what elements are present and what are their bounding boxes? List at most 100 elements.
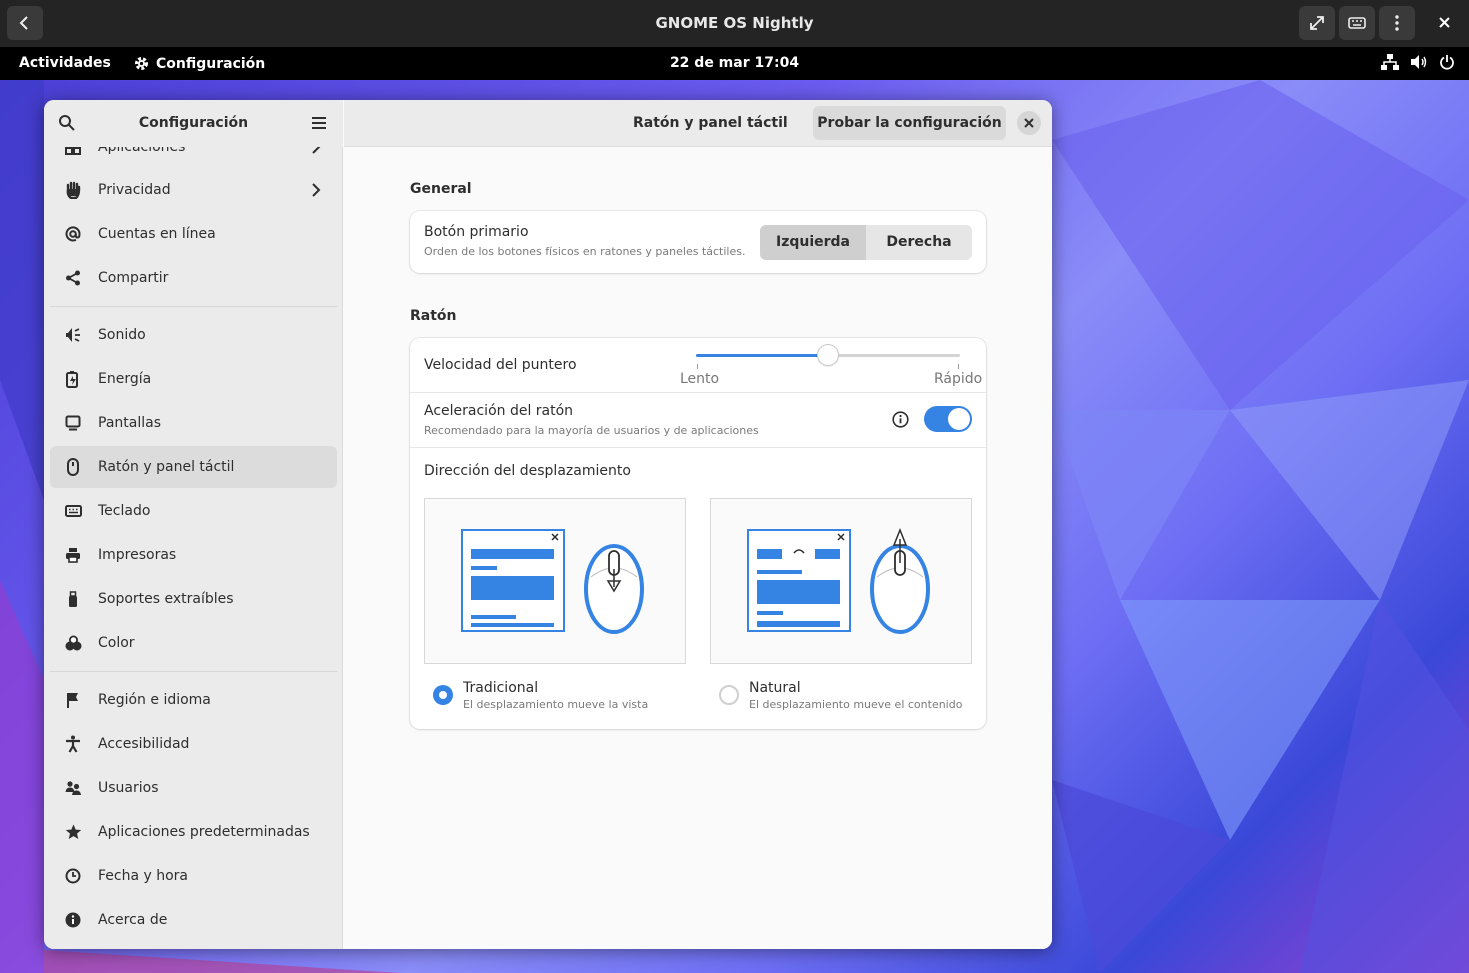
usb-icon xyxy=(62,588,84,610)
sidebar-item-region[interactable]: Región e idioma xyxy=(50,679,337,721)
accessibility-icon xyxy=(62,733,84,755)
section-title-mouse: Ratón xyxy=(410,308,457,324)
acceleration-subtitle: Recomendado para la mayoría de usuarios … xyxy=(424,424,759,437)
vm-menu-button[interactable] xyxy=(1379,6,1415,40)
display-icon xyxy=(62,412,84,434)
window-close-button[interactable] xyxy=(1017,111,1041,135)
keyboard-icon xyxy=(62,500,84,522)
slider-min-label: Lento xyxy=(680,371,720,387)
natural-radio[interactable] xyxy=(719,685,739,705)
sidebar-separator xyxy=(50,306,337,307)
sidebar-item-sonido[interactable]: Sonido xyxy=(50,314,337,356)
kebab-menu-icon xyxy=(1395,15,1399,31)
slider-tick-max xyxy=(958,364,959,369)
speaker-icon xyxy=(62,324,84,346)
close-icon xyxy=(1439,17,1450,28)
share-icon xyxy=(62,267,84,289)
apps-icon xyxy=(62,147,84,158)
main-menu-button[interactable] xyxy=(311,115,327,134)
sidebar-item-label: Sonido xyxy=(98,327,146,343)
primary-right-button[interactable]: Derecha xyxy=(866,225,972,260)
sidebar-item-raton[interactable]: Ratón y panel táctil xyxy=(50,446,337,488)
slider-knob[interactable] xyxy=(818,345,838,365)
chevron-right-icon xyxy=(312,147,321,154)
clock-icon xyxy=(62,865,84,887)
slider-tick-min xyxy=(697,364,698,369)
keyboard-icon xyxy=(1348,17,1366,29)
sidebar-list: Aplicaciones Privacidad Cuentas en línea… xyxy=(44,147,343,949)
sidebar-item-impresoras[interactable]: Impresoras xyxy=(50,534,337,576)
close-icon xyxy=(1024,118,1034,128)
gnome-top-bar: Actividades Configuración 22 de mar 17:0… xyxy=(0,47,1469,80)
sidebar-item-fecha[interactable]: Fecha y hora xyxy=(50,855,337,897)
sidebar-item-label: Aplicaciones xyxy=(98,147,186,155)
sidebar-item-color[interactable]: Color xyxy=(50,622,337,664)
primary-button-selector: Izquierda Derecha xyxy=(760,225,972,260)
sidebar-item-privacidad[interactable]: Privacidad xyxy=(50,169,337,211)
sidebar-item-soportes[interactable]: Soportes extraíbles xyxy=(50,578,337,620)
acceleration-label: Aceleración del ratón xyxy=(424,403,574,419)
sidebar-item-label: Usuarios xyxy=(98,780,159,796)
hamburger-menu-icon xyxy=(312,117,326,129)
sidebar-item-usuarios[interactable]: Usuarios xyxy=(50,767,337,809)
sidebar-item-label: Región e idioma xyxy=(98,692,211,708)
fullscreen-button[interactable] xyxy=(1299,6,1335,40)
natural-subtitle: El desplazamiento mueve el contenido xyxy=(749,698,963,711)
pointer-speed-slider[interactable] xyxy=(696,345,960,365)
sidebar-item-energia[interactable]: Energía xyxy=(50,358,337,400)
sidebar-item-compartir[interactable]: Compartir xyxy=(50,257,337,299)
main-panel: Ratón y panel táctil Probar la configura… xyxy=(344,100,1052,949)
sidebar-item-label: Cuentas en línea xyxy=(98,226,216,242)
sidebar-item-predeterminadas[interactable]: Aplicaciones predeterminadas xyxy=(50,811,337,853)
traditional-radio[interactable] xyxy=(433,685,453,705)
sidebar-title: Configuración xyxy=(138,115,249,131)
clock[interactable]: 22 de mar 17:04 xyxy=(0,55,1469,71)
general-card: Botón primario Orden de los botones físi… xyxy=(410,211,986,273)
flag-icon xyxy=(62,689,84,711)
mouse-acceleration-row: Aceleración del ratón Recomendado para l… xyxy=(410,393,986,447)
natural-illustration[interactable] xyxy=(710,498,972,664)
network-icon xyxy=(1381,54,1399,70)
traditional-illustration[interactable] xyxy=(424,498,686,664)
main-header: Ratón y panel táctil Probar la configura… xyxy=(344,100,1052,147)
keyboard-button[interactable] xyxy=(1339,6,1375,40)
sidebar-header: Configuración xyxy=(44,100,343,147)
primary-left-button[interactable]: Izquierda xyxy=(760,225,866,260)
slider-max-label: Rápido xyxy=(934,371,983,387)
slider-fill xyxy=(696,354,828,357)
hand-icon xyxy=(62,179,84,201)
sidebar-item-pantallas[interactable]: Pantallas xyxy=(50,402,337,444)
sidebar-item-label: Teclado xyxy=(98,503,151,519)
vm-close-button[interactable] xyxy=(1428,6,1462,40)
sidebar-item-label: Compartir xyxy=(98,270,169,286)
info-icon xyxy=(62,909,84,931)
sidebar-item-label: Fecha y hora xyxy=(98,868,189,884)
traditional-scroll-image xyxy=(461,529,644,634)
power-icon xyxy=(1440,55,1454,70)
sidebar-item-aplicaciones[interactable]: Aplicaciones xyxy=(50,147,337,168)
sidebar-item-accesibilidad[interactable]: Accesibilidad xyxy=(50,723,337,765)
sidebar-item-label: Privacidad xyxy=(98,182,171,198)
system-menu[interactable] xyxy=(1381,54,1455,70)
mouse-card: Velocidad del puntero Lento Rápido Acele… xyxy=(410,338,986,729)
sidebar-separator xyxy=(50,671,337,672)
sidebar-item-acerca[interactable]: Acerca de xyxy=(50,899,337,941)
color-icon xyxy=(62,632,84,654)
sidebar-item-cuentas[interactable]: Cuentas en línea xyxy=(50,213,337,255)
info-icon[interactable] xyxy=(892,411,909,428)
sidebar-item-label: Pantallas xyxy=(98,415,161,431)
acceleration-toggle[interactable] xyxy=(924,406,972,432)
primary-button-subtitle: Orden de los botones físicos en ratones … xyxy=(424,245,746,258)
users-icon xyxy=(62,777,84,799)
sidebar-item-label: Impresoras xyxy=(98,547,177,563)
sidebar-item-label: Color xyxy=(98,635,135,651)
sidebar-item-teclado[interactable]: Teclado xyxy=(50,490,337,532)
sidebar: Configuración Aplicaciones Privacidad Cu… xyxy=(44,100,343,949)
sidebar-item-label: Acerca de xyxy=(98,912,168,928)
test-settings-button[interactable]: Probar la configuración xyxy=(813,106,1006,140)
sidebar-item-label: Energía xyxy=(98,371,152,387)
vm-title-bar: GNOME OS Nightly xyxy=(0,0,1469,47)
volume-icon xyxy=(1411,55,1427,69)
fullscreen-icon xyxy=(1310,16,1324,30)
mouse-icon xyxy=(62,456,84,478)
